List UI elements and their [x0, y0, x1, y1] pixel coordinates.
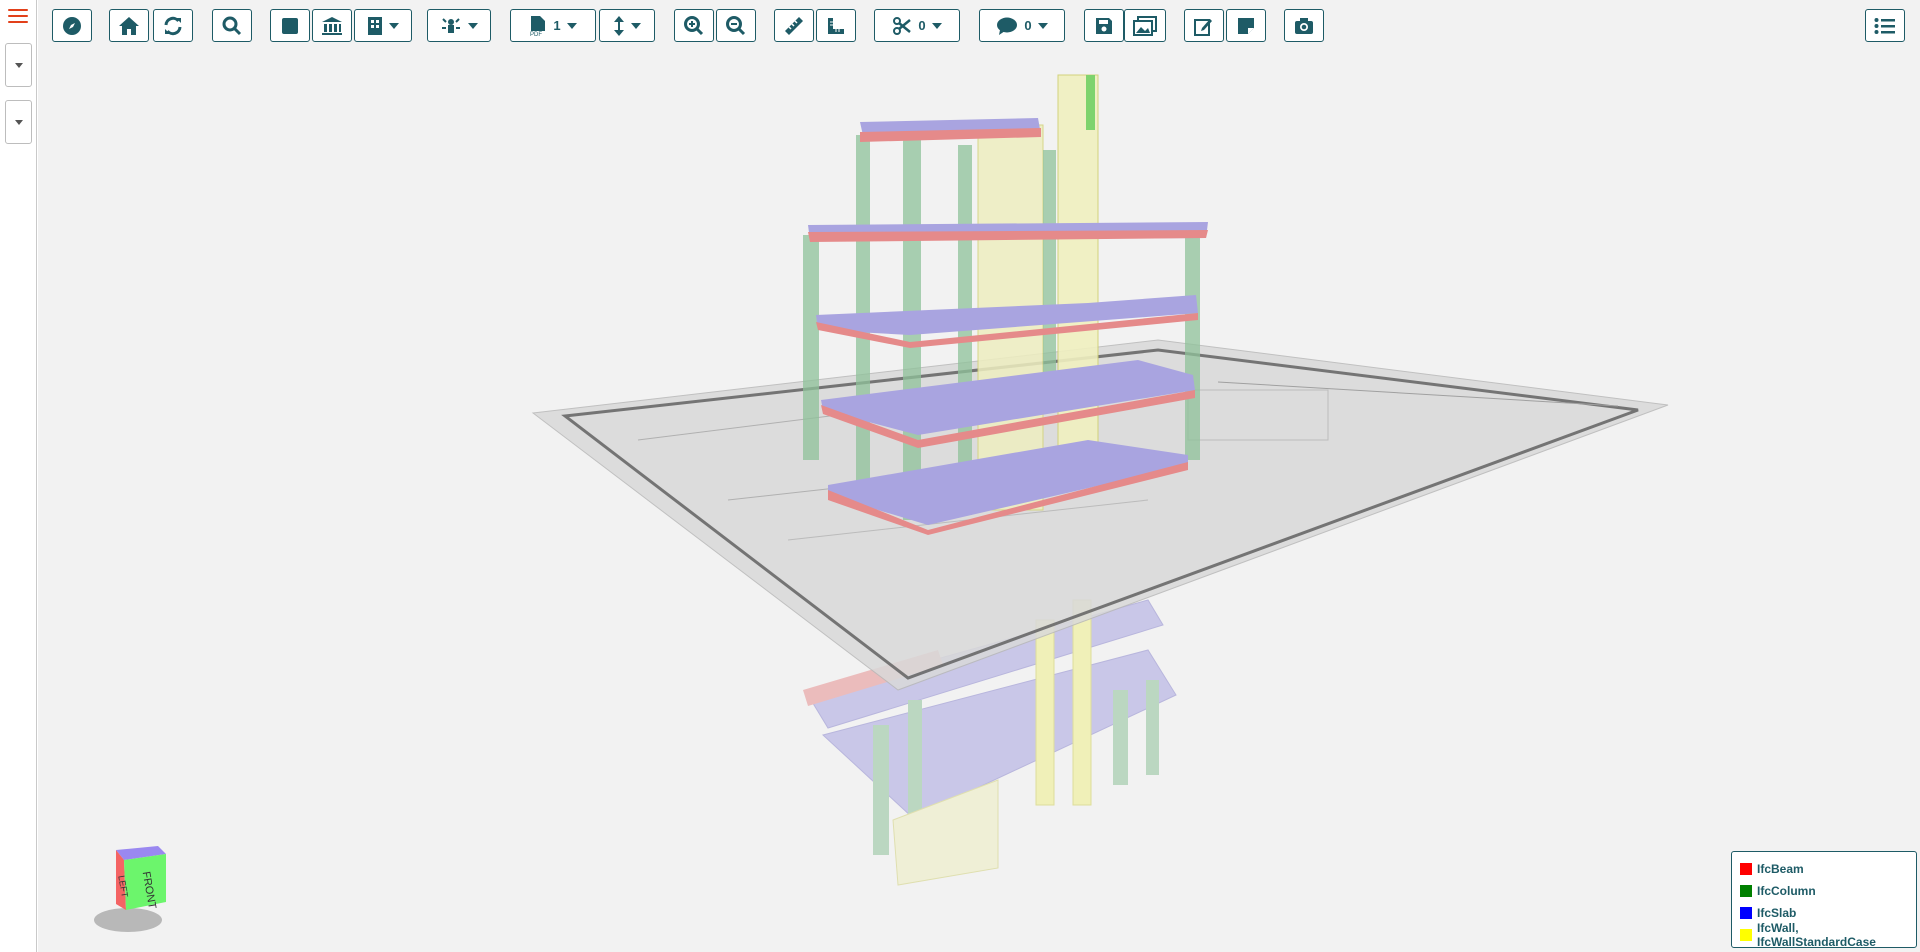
sidebar-dropdown-2[interactable] [5, 100, 32, 144]
hamburger-menu-icon[interactable] [8, 9, 28, 25]
building-icon [368, 16, 382, 35]
search-icon [222, 16, 242, 35]
home-button[interactable] [109, 9, 149, 42]
save-button[interactable] [1084, 9, 1124, 42]
compass-icon [63, 16, 81, 35]
pdf-page-dropdown[interactable]: PDF 1 [510, 9, 596, 42]
legend-item: IfcWall, IfcWallStandardCase [1740, 921, 1908, 949]
search-button[interactable] [212, 9, 252, 42]
legend-label: IfcColumn [1757, 884, 1816, 898]
refresh-icon [164, 16, 182, 35]
compass-button[interactable] [52, 9, 92, 42]
3d-viewport[interactable]: PDF 1 0 0 LEFT FRONT [38, 0, 1920, 952]
caret-down-icon [631, 22, 641, 29]
navigation-cube[interactable]: LEFT FRONT [78, 840, 168, 940]
legend-label: IfcBeam [1757, 862, 1804, 876]
caret-down-icon [15, 120, 23, 125]
scissors-icon [893, 16, 912, 35]
zoom-in-icon [684, 15, 704, 35]
zoom-out-icon [726, 15, 746, 35]
svg-text:PDF: PDF [530, 32, 542, 37]
caret-down-icon [468, 22, 478, 29]
zoom-in-button[interactable] [674, 9, 714, 42]
images-button[interactable] [1124, 9, 1166, 42]
light-icon [442, 17, 460, 33]
images-icon [1133, 15, 1157, 36]
caret-down-icon [566, 22, 577, 29]
legend-label: IfcWall, IfcWallStandardCase [1757, 921, 1876, 949]
legend-swatch-yellow [1740, 929, 1752, 941]
list-button[interactable] [1865, 9, 1905, 42]
square-icon [282, 17, 298, 34]
legend-label: IfcSlab [1757, 906, 1797, 920]
sticky-note-button[interactable] [1226, 9, 1266, 42]
classical-building-button[interactable] [312, 9, 352, 42]
zoom-out-button[interactable] [716, 9, 756, 42]
comment-icon [997, 17, 1018, 35]
sticky-note-icon [1238, 17, 1254, 34]
angle-ruler-button[interactable] [816, 9, 856, 42]
legend-panel: IfcBeam IfcColumn IfcSlab IfcWall, IfcWa… [1731, 851, 1917, 949]
legend-swatch-green [1740, 885, 1752, 897]
lighting-dropdown[interactable] [427, 9, 491, 42]
section-count: 0 [918, 18, 926, 33]
sidebar-dropdown-1[interactable] [5, 43, 32, 87]
camera-button[interactable] [1284, 9, 1324, 42]
legend-item: IfcColumn [1740, 880, 1908, 902]
caret-down-icon [1037, 22, 1048, 29]
legend-swatch-blue [1740, 907, 1752, 919]
edit-icon [1194, 18, 1212, 36]
legend-swatch-red [1740, 863, 1752, 875]
camera-icon [1295, 17, 1313, 34]
height-dropdown[interactable] [599, 9, 655, 42]
angle-ruler-icon [828, 17, 844, 34]
caret-down-icon [931, 22, 942, 29]
section-dropdown[interactable]: 0 [874, 9, 960, 42]
classical-building-icon [322, 16, 342, 35]
save-icon [1096, 17, 1112, 34]
comment-count: 0 [1024, 18, 1032, 33]
upper-structure [803, 74, 1208, 535]
caret-down-icon [15, 63, 23, 68]
edit-button[interactable] [1184, 9, 1224, 42]
ruler-icon [785, 16, 803, 35]
refresh-button[interactable] [153, 9, 193, 42]
comment-dropdown[interactable]: 0 [979, 9, 1065, 42]
building-storey-dropdown[interactable] [354, 9, 412, 42]
ruler-button[interactable] [774, 9, 814, 42]
caret-down-icon [389, 22, 399, 29]
pdf-file-icon: PDF [530, 15, 546, 37]
home-icon [119, 16, 139, 35]
model-scene[interactable] [38, 0, 1920, 952]
vertical-arrows-icon [614, 15, 624, 36]
legend-item: IfcBeam [1740, 858, 1908, 880]
square-button[interactable] [270, 9, 310, 42]
left-sidebar [0, 0, 37, 952]
list-icon [1874, 17, 1895, 34]
pdf-page-number: 1 [553, 18, 561, 33]
